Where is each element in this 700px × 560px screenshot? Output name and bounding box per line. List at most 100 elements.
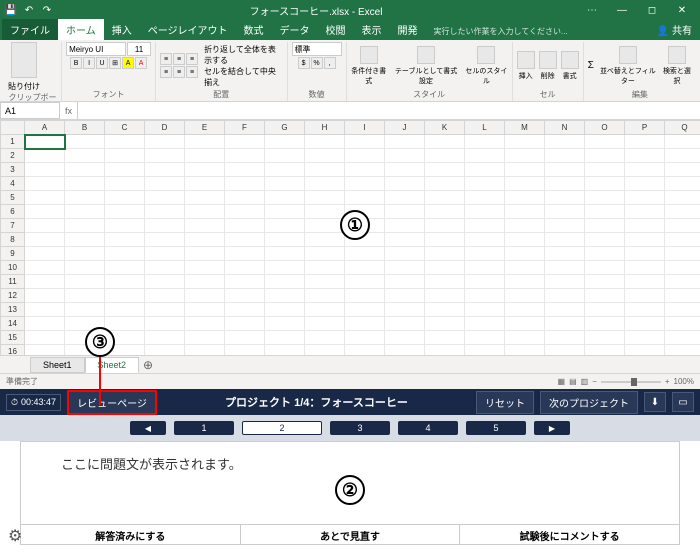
cell[interactable] (145, 261, 185, 275)
cell[interactable] (265, 219, 305, 233)
maximize-icon[interactable]: ◻ (638, 1, 666, 19)
row-header[interactable]: 2 (1, 149, 25, 163)
cell[interactable] (465, 247, 505, 261)
cell[interactable] (185, 303, 225, 317)
mark-answered-button[interactable]: 解答済みにする (21, 525, 241, 544)
view-normal-icon[interactable]: ▦ (558, 377, 566, 386)
cell[interactable] (345, 149, 385, 163)
row-header[interactable]: 12 (1, 289, 25, 303)
wrap-text-button[interactable]: 折り返して全体を表示する (204, 44, 282, 66)
cell[interactable] (265, 205, 305, 219)
cell[interactable] (345, 191, 385, 205)
cell[interactable] (505, 205, 545, 219)
col-header[interactable]: H (305, 121, 345, 135)
cell[interactable] (505, 191, 545, 205)
collapse-icon[interactable]: ▭ (672, 392, 694, 412)
col-header[interactable]: F (225, 121, 265, 135)
col-header[interactable]: D (145, 121, 185, 135)
underline-icon[interactable]: U (96, 57, 108, 69)
row-header[interactable]: 3 (1, 163, 25, 177)
tab-insert[interactable]: 挿入 (104, 19, 140, 40)
cell[interactable] (545, 219, 585, 233)
cell[interactable] (305, 233, 345, 247)
cell[interactable] (265, 247, 305, 261)
table-format-icon[interactable] (417, 46, 435, 64)
cell[interactable] (545, 261, 585, 275)
cell[interactable] (225, 289, 265, 303)
cell[interactable] (305, 261, 345, 275)
cell[interactable] (465, 135, 505, 149)
cell[interactable] (545, 149, 585, 163)
cell[interactable] (505, 345, 545, 356)
sheet-tab-1[interactable]: Sheet1 (30, 357, 85, 373)
cell[interactable] (65, 163, 105, 177)
cell[interactable] (665, 345, 700, 356)
cell[interactable] (665, 177, 700, 191)
col-header[interactable]: G (265, 121, 305, 135)
review-page-button[interactable]: レビューページ (67, 390, 157, 415)
cell[interactable] (345, 289, 385, 303)
cell[interactable] (665, 205, 700, 219)
border-icon[interactable]: ⊞ (109, 57, 121, 69)
cell[interactable] (105, 261, 145, 275)
new-sheet-icon[interactable]: ⊕ (139, 358, 157, 372)
cell[interactable] (425, 191, 465, 205)
cell[interactable] (505, 233, 545, 247)
cell[interactable] (305, 177, 345, 191)
reset-button[interactable]: リセット (476, 391, 534, 414)
col-header[interactable]: A (25, 121, 65, 135)
cell[interactable] (505, 261, 545, 275)
cell[interactable] (185, 233, 225, 247)
cell[interactable] (625, 331, 665, 345)
cell[interactable] (585, 149, 625, 163)
col-header[interactable]: M (505, 121, 545, 135)
col-header[interactable]: N (545, 121, 585, 135)
question-3[interactable]: 3 (330, 421, 390, 435)
cell[interactable] (345, 275, 385, 289)
cell[interactable] (425, 149, 465, 163)
cell[interactable] (625, 303, 665, 317)
cell[interactable] (305, 149, 345, 163)
cell[interactable] (265, 261, 305, 275)
cell[interactable] (505, 247, 545, 261)
cell[interactable] (225, 149, 265, 163)
cell[interactable] (425, 303, 465, 317)
row-header[interactable]: 1 (1, 135, 25, 149)
comment-later-button[interactable]: 試験後にコメントする (460, 525, 679, 544)
col-header[interactable]: K (425, 121, 465, 135)
cell-styles-icon[interactable] (477, 46, 495, 64)
cell[interactable] (585, 177, 625, 191)
cell[interactable] (425, 233, 465, 247)
cell[interactable] (265, 345, 305, 356)
cell[interactable] (105, 163, 145, 177)
cell[interactable] (65, 149, 105, 163)
cell[interactable] (625, 233, 665, 247)
cell[interactable] (105, 191, 145, 205)
font-name-input[interactable] (66, 42, 126, 56)
question-1[interactable]: 1 (174, 421, 234, 435)
cell[interactable] (385, 317, 425, 331)
cell[interactable] (465, 303, 505, 317)
name-box[interactable] (0, 102, 60, 119)
cell[interactable] (385, 163, 425, 177)
cell[interactable] (505, 163, 545, 177)
cell[interactable] (225, 317, 265, 331)
cell[interactable] (545, 191, 585, 205)
col-header[interactable]: E (185, 121, 225, 135)
cell[interactable] (665, 303, 700, 317)
cell[interactable] (545, 289, 585, 303)
cell[interactable] (145, 289, 185, 303)
zoom-slider[interactable] (601, 381, 661, 383)
tab-dev[interactable]: 開発 (390, 19, 426, 40)
cell[interactable] (345, 345, 385, 356)
row-header[interactable]: 15 (1, 331, 25, 345)
cell[interactable] (625, 149, 665, 163)
tell-me[interactable]: 実行したい作業を入力してください... (426, 23, 576, 40)
col-header[interactable]: Q (665, 121, 700, 135)
cell[interactable] (225, 261, 265, 275)
cell[interactable] (185, 289, 225, 303)
cell[interactable] (185, 163, 225, 177)
question-2[interactable]: 2 (242, 421, 322, 435)
cell[interactable] (505, 149, 545, 163)
col-header[interactable]: I (345, 121, 385, 135)
